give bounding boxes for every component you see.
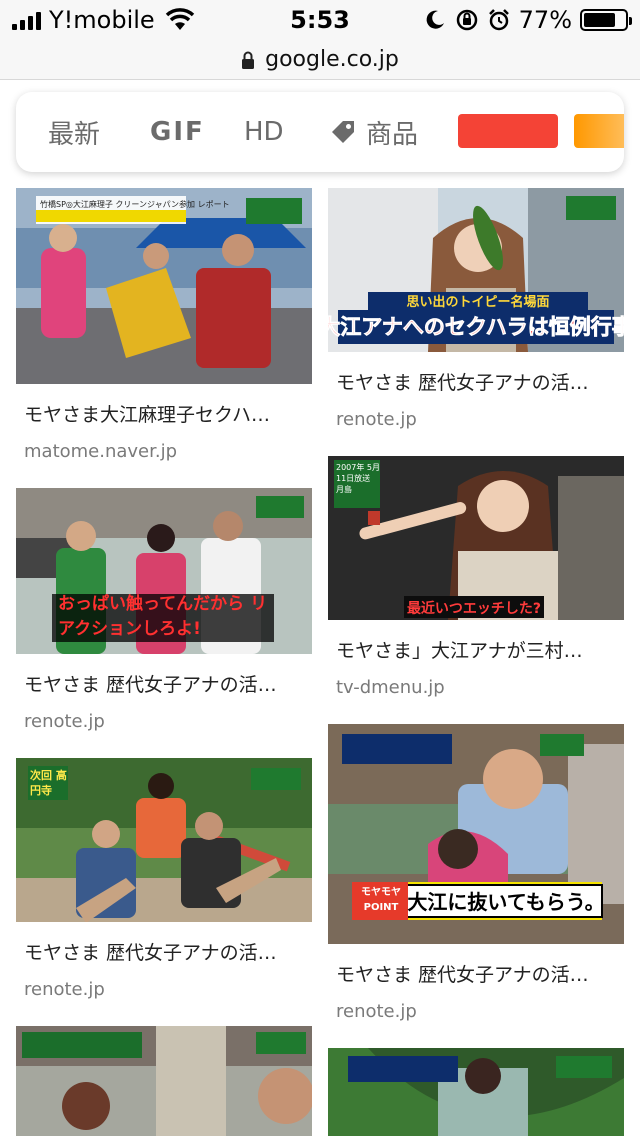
url-text: google.co.jp xyxy=(265,47,399,72)
lock-icon xyxy=(242,51,255,69)
result-thumbnail[interactable] xyxy=(16,1026,312,1136)
image-result[interactable]: 2007年 5月11日放送 月島 最近いつエッチした? モヤさま」大江アナが三村… xyxy=(328,456,624,698)
tag-icon xyxy=(332,121,354,143)
image-result[interactable]: モヤモヤ POINT 大江に抜いてもらう。 モヤさま 歴代女子アナの活… ren… xyxy=(328,724,624,1022)
result-source: renote.jp xyxy=(24,711,105,732)
image-result[interactable] xyxy=(16,1026,312,1136)
battery-percentage: 77% xyxy=(518,6,572,34)
result-source: renote.jp xyxy=(336,409,417,430)
thumbnail-caption: おっぱい触ってんだから リアクションしろよ! xyxy=(58,594,268,639)
result-title[interactable]: モヤさま 歴代女子アナの活… xyxy=(24,670,294,697)
result-source: tv-dmenu.jp xyxy=(336,677,445,698)
search-filter-bar: 最新 GIF HD 商品 xyxy=(16,92,624,172)
result-title[interactable]: モヤさま大江麻理子セクハ… xyxy=(24,400,294,427)
result-title[interactable]: モヤさま」大江アナが三村… xyxy=(336,636,606,663)
result-title[interactable]: モヤさま 歴代女子アナの活… xyxy=(336,368,606,395)
image-result[interactable]: おっぱい触ってんだから リアクションしろよ! モヤさま 歴代女子アナの活… re… xyxy=(16,488,312,732)
thumbnail-caption: 大江に抜いてもらう。 xyxy=(407,890,604,914)
result-thumbnail[interactable]: 竹橋SP◎大江麻理子 クリーンジャパン参加 レポート xyxy=(16,188,312,384)
result-thumbnail[interactable]: 2007年 5月11日放送 月島 最近いつエッチした? xyxy=(328,456,624,620)
image-result[interactable] xyxy=(328,1048,624,1136)
result-source: renote.jp xyxy=(24,979,105,1000)
result-thumbnail[interactable]: おっぱい触ってんだから リアクションしろよ! xyxy=(16,488,312,654)
result-source: renote.jp xyxy=(336,1001,417,1022)
filter-gif[interactable]: GIF xyxy=(150,92,205,172)
thumbnail-badge: 2007年 5月11日放送 月島 xyxy=(336,463,380,494)
thumbnail-badge: 次回 高円寺 xyxy=(30,769,67,797)
result-thumbnail[interactable] xyxy=(328,1048,624,1136)
filter-hd[interactable]: HD xyxy=(244,92,284,172)
address-bar[interactable]: google.co.jp xyxy=(0,40,640,80)
result-thumbnail[interactable]: 次回 高円寺 xyxy=(16,758,312,922)
image-result[interactable]: 次回 高円寺 モヤさま 歴代女子アナの活… renote.jp xyxy=(16,758,312,1000)
thumbnail-caption-small: 思い出のトイピー名場面 xyxy=(406,294,549,310)
filter-latest[interactable]: 最新 xyxy=(48,92,100,172)
battery-icon xyxy=(580,9,632,31)
thumbnail-caption: 大江アナへのセクハラは恒例行事 xyxy=(328,315,624,339)
moon-icon xyxy=(426,10,444,29)
result-title[interactable]: モヤさま 歴代女子アナの活… xyxy=(24,938,294,965)
image-result[interactable]: 竹橋SP◎大江麻理子 クリーンジャパン参加 レポート モヤさま大江麻理子セクハ…… xyxy=(16,188,312,462)
thumbnail-caption: 最近いつエッチした? xyxy=(407,600,541,617)
color-filter-red[interactable] xyxy=(458,114,558,148)
filter-products[interactable]: 商品 xyxy=(330,92,418,172)
battery-level xyxy=(584,13,615,27)
filter-products-label: 商品 xyxy=(366,119,419,150)
image-result[interactable]: 思い出のトイピー名場面 大江アナへのセクハラは恒例行事 モヤさま 歴代女子アナの… xyxy=(328,188,624,430)
alarm-icon xyxy=(488,9,509,31)
result-source: matome.naver.jp xyxy=(24,441,178,462)
orientation-lock-icon xyxy=(456,9,477,31)
result-title[interactable]: モヤさま 歴代女子アナの活… xyxy=(336,960,606,987)
thumbnail-badge: モヤモヤ POINT xyxy=(361,887,401,913)
result-thumbnail[interactable]: 思い出のトイピー名場面 大江アナへのセクハラは恒例行事 xyxy=(328,188,624,352)
thumbnail-caption: 竹橋SP◎大江麻理子 クリーンジャパン参加 レポート xyxy=(40,199,230,209)
color-filter-orange[interactable] xyxy=(574,114,624,148)
result-thumbnail[interactable]: モヤモヤ POINT 大江に抜いてもらう。 xyxy=(328,724,624,944)
status-bar: Y!mobile 5:53 77% xyxy=(0,0,640,40)
